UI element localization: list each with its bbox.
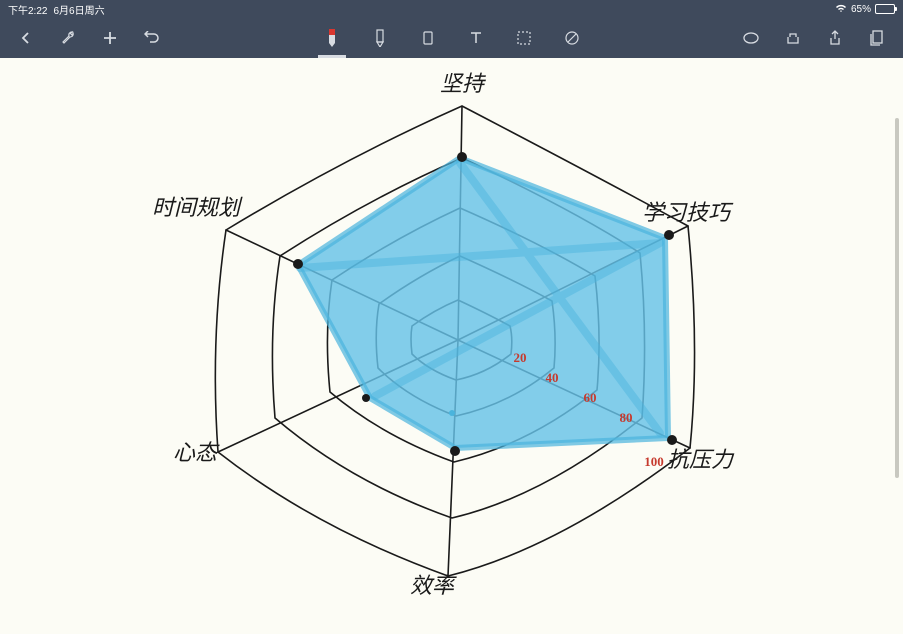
share-button[interactable] xyxy=(825,28,845,48)
disable-tool[interactable] xyxy=(562,28,582,48)
selection-tool[interactable] xyxy=(514,28,534,48)
text-tool[interactable] xyxy=(466,28,486,48)
axis-label-5: 时间规划 xyxy=(152,190,240,222)
marker-tool[interactable] xyxy=(370,28,390,48)
pages-button[interactable] xyxy=(867,28,887,48)
axis-label-0: 坚持 xyxy=(440,66,484,98)
toolbar xyxy=(0,18,903,58)
undo-button[interactable] xyxy=(142,28,162,48)
back-button[interactable] xyxy=(16,28,36,48)
eraser-tool[interactable] xyxy=(418,28,438,48)
wifi-icon xyxy=(835,3,847,16)
red-pen-tool[interactable] xyxy=(322,28,342,48)
vertical-scrollbar[interactable] xyxy=(895,118,899,478)
battery-pct: 65% xyxy=(851,4,871,15)
axis-label-4: 心态 xyxy=(173,435,217,467)
axis-label-1: 学习技巧 xyxy=(642,195,730,227)
add-button[interactable] xyxy=(100,28,120,48)
status-date: 6月6日周六 xyxy=(53,2,104,17)
tick-40: 40 xyxy=(546,370,559,386)
tick-100: 100 xyxy=(644,454,664,470)
export-button[interactable] xyxy=(783,28,803,48)
battery-icon xyxy=(875,4,895,14)
shape-tool[interactable] xyxy=(741,28,761,48)
status-time: 下午2:22 xyxy=(8,2,47,17)
axis-label-3: 效率 xyxy=(410,568,454,600)
wrench-button[interactable] xyxy=(58,28,78,48)
tick-20: 20 xyxy=(514,350,527,366)
drawing-canvas[interactable]: 坚持 学习技巧 抗压力 效率 心态 时间规划 20 40 60 80 100 xyxy=(0,58,903,634)
tick-60: 60 xyxy=(584,390,597,406)
tick-80: 80 xyxy=(620,410,633,426)
axis-label-2: 抗压力 xyxy=(667,442,733,474)
status-bar: 下午2:22 6月6日周六 65% xyxy=(0,0,903,18)
radar-chart xyxy=(0,58,903,634)
